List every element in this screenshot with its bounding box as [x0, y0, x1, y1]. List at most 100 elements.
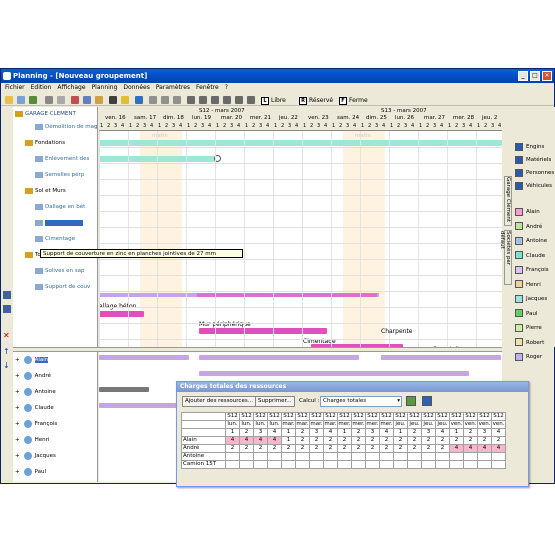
- add-resources-button[interactable]: Ajouter des ressources...: [182, 396, 256, 407]
- link-icon[interactable]: [3, 291, 11, 299]
- menu-donnees[interactable]: Données: [123, 83, 149, 93]
- filter-icon[interactable]: [135, 96, 143, 104]
- expand-icon[interactable]: +: [15, 357, 20, 363]
- fit-icon[interactable]: [173, 96, 181, 104]
- task-bar-demolition[interactable]: [99, 156, 219, 162]
- resource-person[interactable]: André: [515, 221, 542, 233]
- view-week-icon[interactable]: [199, 96, 207, 104]
- task-bar-mur[interactable]: [199, 328, 327, 334]
- resource-person[interactable]: Jacques: [515, 293, 547, 305]
- zoom-in-icon[interactable]: [149, 96, 157, 104]
- resource-person[interactable]: Pierre: [515, 322, 542, 334]
- expand-icon[interactable]: +: [15, 373, 20, 379]
- mode-reserve-button[interactable]: R Réservé: [299, 96, 333, 105]
- paste-icon[interactable]: [95, 96, 103, 104]
- task-bar-dallage[interactable]: [99, 311, 144, 317]
- resource-person[interactable]: Claude: [515, 250, 545, 262]
- delete-icon[interactable]: ✕: [3, 331, 10, 340]
- expand-icon[interactable]: +: [15, 469, 20, 475]
- tree-item[interactable]: Mur en parpai: [35, 218, 84, 228]
- tree-item[interactable]: Dallage en bét: [35, 202, 85, 212]
- find-icon[interactable]: [109, 96, 117, 104]
- resource-row[interactable]: + Claude: [15, 400, 54, 416]
- resource-person[interactable]: Paul: [515, 308, 537, 320]
- menu-affichage[interactable]: Affichage: [57, 83, 85, 93]
- new-icon[interactable]: [29, 96, 37, 104]
- charges-dialog: Charges totales des ressources Ajouter d…: [176, 381, 529, 487]
- mode-libre-button[interactable]: L Libre: [261, 96, 286, 105]
- tree-item[interactable]: Enlèvement des: [35, 154, 89, 164]
- resource-person[interactable]: Alain: [515, 206, 540, 218]
- menu-fenetre[interactable]: Fenêtre: [196, 83, 219, 93]
- menu-planning[interactable]: Planning: [92, 83, 118, 93]
- tab-garage-clement[interactable]: Garage Clément: [504, 176, 512, 226]
- resource-person[interactable]: Robert: [515, 337, 544, 349]
- tree-item[interactable]: Solives en sap: [35, 266, 85, 276]
- open-icon[interactable]: [5, 96, 13, 104]
- remove-button[interactable]: Supprimer...: [255, 396, 295, 407]
- expand-icon[interactable]: +: [15, 437, 20, 443]
- menu-fichier[interactable]: Fichier: [5, 83, 25, 93]
- tree-item[interactable]: GARAGE CLEMENT: [15, 109, 76, 119]
- resource-bar[interactable]: [199, 371, 469, 376]
- resource-category[interactable]: Personnes: [515, 167, 554, 179]
- task-bar-sol-murs-2[interactable]: [197, 293, 377, 297]
- unlink-icon[interactable]: [3, 305, 11, 313]
- preview-icon[interactable]: [57, 96, 65, 104]
- resource-person[interactable]: Henri: [515, 279, 541, 291]
- move-down-icon[interactable]: ↓: [3, 361, 10, 370]
- tree-item[interactable]: Cimentage: [35, 234, 75, 244]
- maximize-button[interactable]: □: [530, 71, 540, 81]
- resource-row[interactable]: + Alain: [15, 352, 49, 368]
- tree-item[interactable]: Support de couv: [35, 282, 90, 292]
- menu-parametres[interactable]: Paramètres: [156, 83, 190, 93]
- resource-category[interactable]: Matériels: [515, 154, 551, 166]
- resource-row[interactable]: + François: [15, 416, 57, 432]
- tree-item[interactable]: Démolition de mag: [35, 122, 97, 132]
- help-icon[interactable]: [121, 96, 129, 104]
- close-button[interactable]: ✕: [542, 71, 552, 81]
- view-list-icon[interactable]: [235, 96, 243, 104]
- view-month-icon[interactable]: [211, 96, 219, 104]
- resource-bar[interactable]: [99, 355, 189, 360]
- resource-person[interactable]: François: [515, 264, 549, 276]
- resource-bar[interactable]: [199, 355, 359, 360]
- resource-row[interactable]: + André: [15, 368, 51, 384]
- export-icon[interactable]: [422, 396, 432, 406]
- col-header: S12: [337, 412, 352, 421]
- resource-person[interactable]: Antoine: [515, 235, 547, 247]
- refresh-icon[interactable]: [406, 396, 416, 406]
- menu-edition[interactable]: Edition: [31, 83, 52, 93]
- resource-bar[interactable]: [381, 355, 501, 360]
- view-day-icon[interactable]: [187, 96, 195, 104]
- zoom-out-icon[interactable]: [161, 96, 169, 104]
- resource-category[interactable]: Véhicules: [515, 180, 552, 192]
- resource-bar[interactable]: [99, 387, 149, 392]
- minimize-button[interactable]: _: [518, 71, 528, 81]
- resource-row[interactable]: + Paul: [15, 464, 46, 480]
- expand-icon[interactable]: +: [15, 405, 20, 411]
- view-grid-icon[interactable]: [247, 96, 255, 104]
- tree-item[interactable]: Sol et Murs: [25, 186, 66, 196]
- resource-person[interactable]: Roger: [515, 351, 542, 363]
- menu-?[interactable]: ?: [225, 83, 228, 93]
- resource-row[interactable]: + Henri: [15, 432, 49, 448]
- expand-icon[interactable]: +: [15, 389, 20, 395]
- cut-icon[interactable]: [71, 96, 79, 104]
- resource-row[interactable]: + Jacques: [15, 448, 56, 464]
- resource-category[interactable]: Engins: [515, 141, 544, 153]
- expand-icon[interactable]: +: [15, 453, 20, 459]
- copy-icon[interactable]: [83, 96, 91, 104]
- save-icon[interactable]: [17, 96, 25, 104]
- view-year-icon[interactable]: [223, 96, 231, 104]
- move-up-icon[interactable]: ↑: [3, 347, 10, 356]
- mode-ferme-button[interactable]: F Ferme: [339, 96, 368, 105]
- tab-societes[interactable]: Sociétés par défaut: [499, 230, 512, 285]
- print-icon[interactable]: [45, 96, 53, 104]
- resource-row[interactable]: + Antoine: [15, 384, 56, 400]
- tree-item[interactable]: Semelles pérp: [35, 170, 84, 180]
- tree-item[interactable]: Fondations: [25, 138, 65, 148]
- expand-icon[interactable]: +: [15, 421, 20, 427]
- task-bar-garage[interactable]: [99, 140, 502, 146]
- calc-select[interactable]: Charges totales ▾: [320, 396, 402, 407]
